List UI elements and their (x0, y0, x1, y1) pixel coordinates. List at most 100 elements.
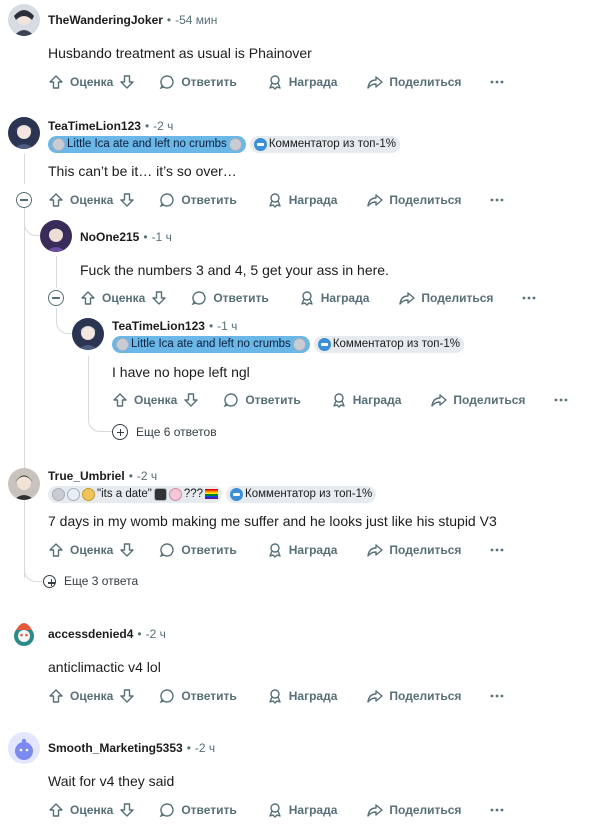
reply-button[interactable]: Ответить (159, 688, 237, 704)
share-icon (367, 194, 384, 207)
upvote-icon[interactable] (48, 802, 64, 818)
award-button[interactable]: Награда (299, 290, 369, 306)
upvote-icon[interactable] (48, 688, 64, 704)
upvote-icon[interactable] (48, 74, 64, 90)
award-icon (269, 689, 281, 704)
award-icon (269, 803, 281, 818)
downvote-icon[interactable] (119, 192, 135, 208)
top-commenter-badge: Комментатор из топ-1% (249, 135, 400, 153)
reply-button[interactable]: Ответить (159, 802, 237, 818)
share-icon (367, 544, 384, 557)
emoji-face-icon (52, 137, 65, 151)
username[interactable]: TheWanderingJoker (48, 13, 163, 27)
username[interactable]: accessdenied4 (48, 627, 133, 641)
more-options-button[interactable] (489, 192, 505, 208)
award-button[interactable]: Награда (267, 542, 337, 558)
upvote-icon[interactable] (80, 290, 96, 306)
downvote-icon[interactable] (119, 542, 135, 558)
avatar[interactable] (8, 732, 40, 764)
more-options-button[interactable] (553, 392, 569, 408)
ring-emoji-icon (67, 487, 80, 501)
emoji-face-icon (168, 487, 182, 501)
comment-text: Wait for v4 they said (48, 773, 175, 789)
reply-button[interactable]: Ответить (191, 290, 269, 306)
more-options-button[interactable] (489, 802, 505, 818)
share-button[interactable]: Поделиться (367, 192, 461, 208)
more-replies-button[interactable]: Еще 6 ответов (112, 424, 217, 440)
downvote-icon[interactable] (119, 802, 135, 818)
timestamp[interactable]: -1 ч (152, 230, 172, 244)
share-button[interactable]: Поделиться (431, 392, 525, 408)
separator-dot: • (166, 13, 172, 27)
share-button[interactable]: Поделиться (367, 542, 461, 558)
separator-dot: • (128, 469, 133, 483)
downvote-icon[interactable] (119, 74, 135, 90)
downvote-icon[interactable] (119, 688, 135, 704)
timestamp[interactable]: -2 ч (146, 627, 166, 641)
more-options-button[interactable] (489, 74, 505, 90)
snoo-avatar-icon (8, 732, 40, 764)
share-icon (399, 292, 416, 305)
avatar[interactable] (8, 468, 40, 500)
reply-button[interactable]: Ответить (159, 542, 237, 558)
reply-button[interactable]: Ответить (223, 392, 301, 408)
upvote-icon[interactable] (48, 542, 64, 558)
share-button[interactable]: Поделиться (367, 688, 461, 704)
anime-avatar-icon (8, 4, 40, 36)
timestamp[interactable]: -54 мин (175, 13, 217, 27)
reply-button[interactable]: Ответить (159, 192, 237, 208)
downvote-icon[interactable] (151, 290, 167, 306)
action-bar: Оценка Ответить Награда Поделиться (112, 384, 569, 416)
thread-line (24, 154, 25, 184)
avatar[interactable] (40, 220, 72, 252)
username[interactable]: Smooth_Marketing5353 (48, 741, 183, 755)
share-button[interactable]: Поделиться (367, 74, 461, 90)
award-icon (301, 291, 313, 306)
upvote-icon[interactable] (48, 192, 64, 208)
reply-button[interactable]: Ответить (159, 74, 237, 90)
username[interactable]: TeaTimeLion123 (48, 119, 141, 133)
action-bar: Оценка Ответить Награда Поделиться (48, 66, 505, 98)
award-button[interactable]: Награда (267, 192, 337, 208)
camera-emoji-icon (153, 487, 167, 501)
top-commenter-icon (253, 137, 267, 151)
share-button[interactable]: Поделиться (367, 802, 461, 818)
award-button[interactable]: Награда (267, 688, 337, 704)
award-button[interactable]: Награда (267, 802, 337, 818)
avatar[interactable] (8, 4, 40, 36)
award-icon (269, 543, 281, 558)
username[interactable]: NoOne215 (80, 230, 139, 244)
comment-text: anticlimactic v4 lol (48, 659, 161, 675)
downvote-icon[interactable] (183, 392, 199, 408)
more-options-button[interactable] (489, 542, 505, 558)
award-button[interactable]: Награда (331, 392, 401, 408)
anime-avatar-icon (8, 468, 40, 500)
emoji-face-icon (82, 487, 95, 501)
comment-text: I have no hope left ngl (112, 364, 250, 380)
timestamp[interactable]: -2 ч (137, 469, 157, 483)
more-replies-button[interactable]: Еще 3 ответа (43, 574, 138, 588)
username[interactable]: True_Umbriel (48, 469, 125, 483)
more-options-button[interactable] (521, 290, 537, 306)
username[interactable]: TeaTimeLion123 (112, 319, 205, 333)
award-button[interactable]: Награда (267, 74, 337, 90)
avatar[interactable] (72, 318, 104, 350)
separator-dot: • (144, 119, 150, 133)
collapse-thread-button[interactable] (16, 192, 32, 208)
avatar[interactable] (8, 117, 40, 149)
timestamp[interactable]: -1 ч (217, 319, 237, 333)
avatar[interactable] (8, 618, 40, 650)
timestamp[interactable]: -2 ч (153, 119, 173, 133)
collapse-thread-button[interactable] (48, 290, 64, 306)
comment-text: This can’t be it… it’s so over… (48, 163, 237, 179)
rainbow-flag-icon (205, 489, 219, 499)
comment-bubble-icon (159, 689, 174, 704)
more-options-button[interactable] (489, 688, 505, 704)
share-icon (367, 804, 384, 817)
share-button[interactable]: Поделиться (399, 290, 493, 306)
comment-text: Husbando treatment as usual is Phainover (48, 45, 312, 61)
share-icon (367, 690, 384, 703)
timestamp[interactable]: -2 ч (195, 741, 215, 755)
vote-label: Оценка (70, 689, 114, 703)
upvote-icon[interactable] (112, 392, 128, 408)
